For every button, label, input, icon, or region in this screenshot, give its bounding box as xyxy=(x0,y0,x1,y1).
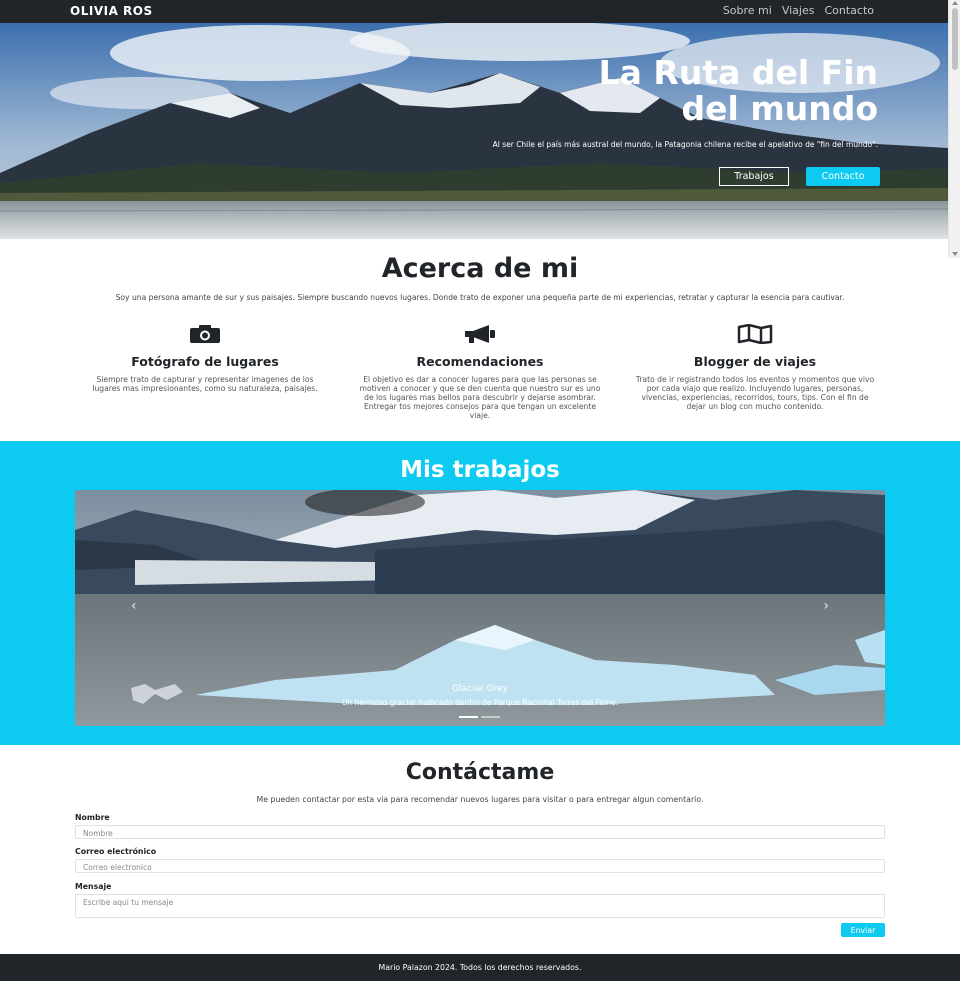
carousel-indicators xyxy=(459,716,500,718)
email-input[interactable]: Correo electronico xyxy=(75,859,885,873)
hero-title-line2: del mundo xyxy=(681,89,878,128)
scroll-thumb[interactable] xyxy=(952,8,958,70)
feature-title: Fotógrafo de lugares xyxy=(131,354,279,369)
navbar: OLIVIA ROS Sobre mi Viajes Contacto xyxy=(0,0,948,23)
works-section: Mis trabajos ‹ › Glaciar Grey Un hermoso… xyxy=(0,441,960,745)
email-label: Correo electrónico xyxy=(75,847,157,856)
about-text: Soy una persona amante de sur y sus pais… xyxy=(115,293,845,302)
footer-text: Mario Palazon 2024. Todos los derechos r… xyxy=(378,963,582,972)
feature-text: Trato de ir registrando todos los evento… xyxy=(635,375,875,411)
carousel-indicator-1[interactable] xyxy=(459,716,478,718)
feature-photographer: Fotógrafo de lugares Siempre trato de ca… xyxy=(80,324,330,393)
carousel-next-icon[interactable]: › xyxy=(823,598,829,614)
feature-text: El objetivo es dar a conocer lugares par… xyxy=(359,375,601,420)
name-input[interactable]: Nombre xyxy=(75,825,885,839)
brand-logo[interactable]: OLIVIA ROS xyxy=(70,4,153,18)
hero-title-line1: La Ruta del Fin xyxy=(598,53,878,92)
scroll-up-icon[interactable] xyxy=(952,1,958,5)
megaphone-icon xyxy=(355,324,605,346)
feature-recommendations: Recomendaciones El objetivo es dar a con… xyxy=(355,324,605,420)
footer: Mario Palazon 2024. Todos los derechos r… xyxy=(0,954,960,981)
contact-text: Me pueden contactar por esta via para re… xyxy=(256,795,704,804)
camera-icon xyxy=(80,324,330,346)
hero-title: La Ruta del Fin del mundo xyxy=(458,55,878,127)
carousel-prev-icon[interactable]: ‹ xyxy=(131,598,137,614)
send-button[interactable]: Enviar xyxy=(841,923,885,937)
feature-title: Recomendaciones xyxy=(416,354,544,369)
caption-text: Un hermoso graciar hubicado dentro de Pa… xyxy=(341,698,619,707)
map-icon xyxy=(630,324,880,346)
works-carousel[interactable]: ‹ › Glaciar Grey Un hermoso graciar hubi… xyxy=(75,490,885,726)
hero-subtitle: Al ser Chile el país más austral del mun… xyxy=(492,140,878,149)
feature-blogger: Blogger de viajes Trato de ir registrand… xyxy=(630,324,880,411)
hero-banner: La Ruta del Fin del mundo Al ser Chile e… xyxy=(0,23,948,239)
nav-link-viajes[interactable]: Viajes xyxy=(782,4,815,17)
contact-title: Contáctame xyxy=(405,760,555,785)
works-button[interactable]: Trabajos xyxy=(719,167,789,186)
carousel-indicator-2[interactable] xyxy=(481,716,500,718)
nav-link-contacto[interactable]: Contacto xyxy=(824,4,874,17)
caption-title: Glaciar Grey xyxy=(452,684,508,694)
works-title: Mis trabajos xyxy=(400,457,560,483)
page-scrollbar[interactable] xyxy=(948,0,960,258)
about-title: Acerca de mi xyxy=(381,253,579,284)
nav-link-sobre-mi[interactable]: Sobre mi xyxy=(723,4,772,17)
message-label: Mensaje xyxy=(75,882,112,891)
carousel-caption: Glaciar Grey Un hermoso graciar hubicado… xyxy=(75,684,885,707)
nav-links: Sobre mi Viajes Contacto xyxy=(723,4,874,17)
name-label: Nombre xyxy=(75,813,110,822)
feature-text: Siempre trato de capturar y representar … xyxy=(92,375,318,393)
message-textarea[interactable]: Escribe aqui tu mensaje xyxy=(75,894,885,918)
contact-button[interactable]: Contacto xyxy=(806,167,880,186)
feature-title: Blogger de viajes xyxy=(693,354,817,369)
